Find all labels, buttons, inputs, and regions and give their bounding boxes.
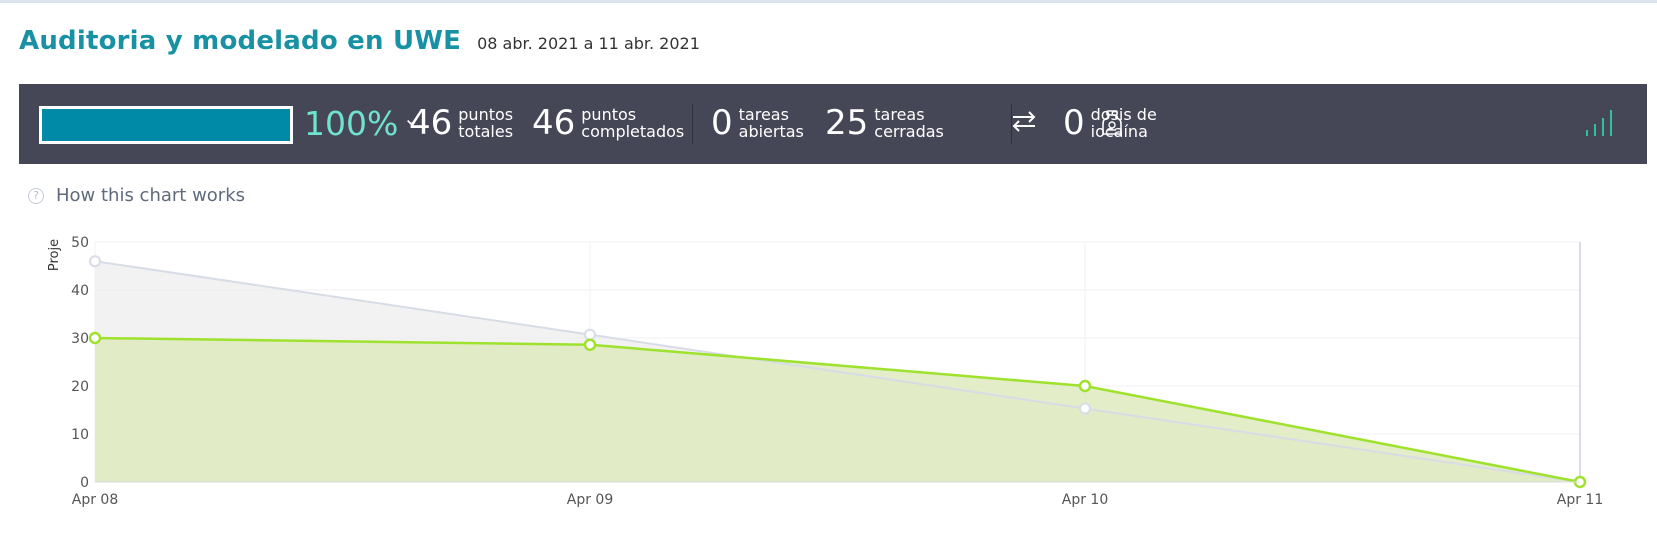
closed-tasks-label-line2: cerradas (874, 122, 944, 141)
progress-bar (39, 106, 293, 144)
y-axis-label: Proje (47, 239, 62, 271)
completed-points-value: 46 (532, 103, 576, 143)
real-point (88, 331, 102, 345)
y-tick-label: 20 (71, 379, 89, 395)
completed-points-label: puntos completados (581, 106, 684, 140)
optimal-point (1079, 402, 1091, 415)
completed-points-label-line2: completados (581, 122, 685, 141)
page-header: Auditoria y modelado en UWE 08 abr. 2021… (19, 26, 700, 56)
progress-percent: 100% (304, 104, 399, 143)
sprint-summary-bar: 100% ⌄ 46 puntos totales 46 puntos compl… (19, 84, 1647, 164)
page-title: Auditoria y modelado en UWE (19, 26, 462, 56)
x-tick-label: Apr 10 (1062, 492, 1108, 508)
open-tasks-label: tareas abiertas (739, 106, 804, 140)
sprint-dates: 08 abr. 2021 a 11 abr. 2021 (477, 34, 700, 53)
closed-tasks-stat: 25 tareas cerradas (825, 98, 944, 148)
iocaine-stat: 0 dosis de iocaína (1063, 98, 1157, 148)
y-tick-label: 30 (71, 331, 89, 347)
completed-points-stat: 46 puntos completados (532, 98, 684, 148)
completed-points-label-line1: puntos (581, 105, 637, 124)
closed-tasks-label-line1: tareas (874, 105, 925, 124)
y-tick-label: 0 (80, 475, 89, 491)
progress-bar-fill (42, 109, 290, 141)
total-points-stat: 46 puntos totales (409, 98, 513, 148)
total-points-label-line1: puntos (458, 105, 514, 124)
swap-arrows-icon[interactable] (1009, 106, 1039, 140)
x-tick-label: Apr 11 (1557, 492, 1603, 508)
y-tick-label: 50 (71, 235, 89, 251)
open-tasks-value: 0 (711, 103, 733, 143)
iocaine-label-line1: dosis de (1090, 105, 1157, 124)
y-tick-label: 40 (71, 283, 89, 299)
open-tasks-label-line1: tareas (738, 105, 789, 124)
signal-bars-icon[interactable] (1584, 106, 1618, 140)
question-icon: ? (28, 187, 44, 204)
iocaine-value: 0 (1063, 103, 1085, 143)
divider (692, 104, 693, 144)
how-chart-works-link[interactable]: ? How this chart works (28, 185, 245, 206)
total-points-value: 46 (409, 103, 453, 143)
total-points-label-line2: totales (458, 122, 514, 141)
iocaine-label: dosis de iocaína (1091, 106, 1157, 140)
burndown-chart: 0 10 20 30 40 50 Apr 08 Apr 09 Apr 10 Apr 11 Proje (47, 235, 1603, 508)
total-points-label: puntos totales (458, 106, 513, 140)
how-chart-works-label: How this chart works (56, 185, 246, 206)
y-tick-label: 10 (71, 427, 89, 443)
open-tasks-stat: 0 tareas abiertas (711, 98, 804, 148)
real-point (583, 338, 597, 351)
real-area (95, 338, 1580, 482)
iocaine-label-line2: iocaína (1090, 122, 1148, 141)
top-rule (0, 0, 1657, 3)
closed-tasks-label: tareas cerradas (874, 106, 944, 140)
optimal-point (584, 328, 596, 341)
optimal-point (89, 255, 101, 268)
divider (1011, 104, 1012, 144)
x-tick-label: Apr 09 (567, 492, 613, 508)
real-point (1078, 379, 1092, 393)
open-tasks-label-line2: abiertas (738, 122, 804, 141)
x-tick-label: Apr 08 (72, 492, 118, 508)
closed-tasks-value: 25 (825, 103, 869, 143)
